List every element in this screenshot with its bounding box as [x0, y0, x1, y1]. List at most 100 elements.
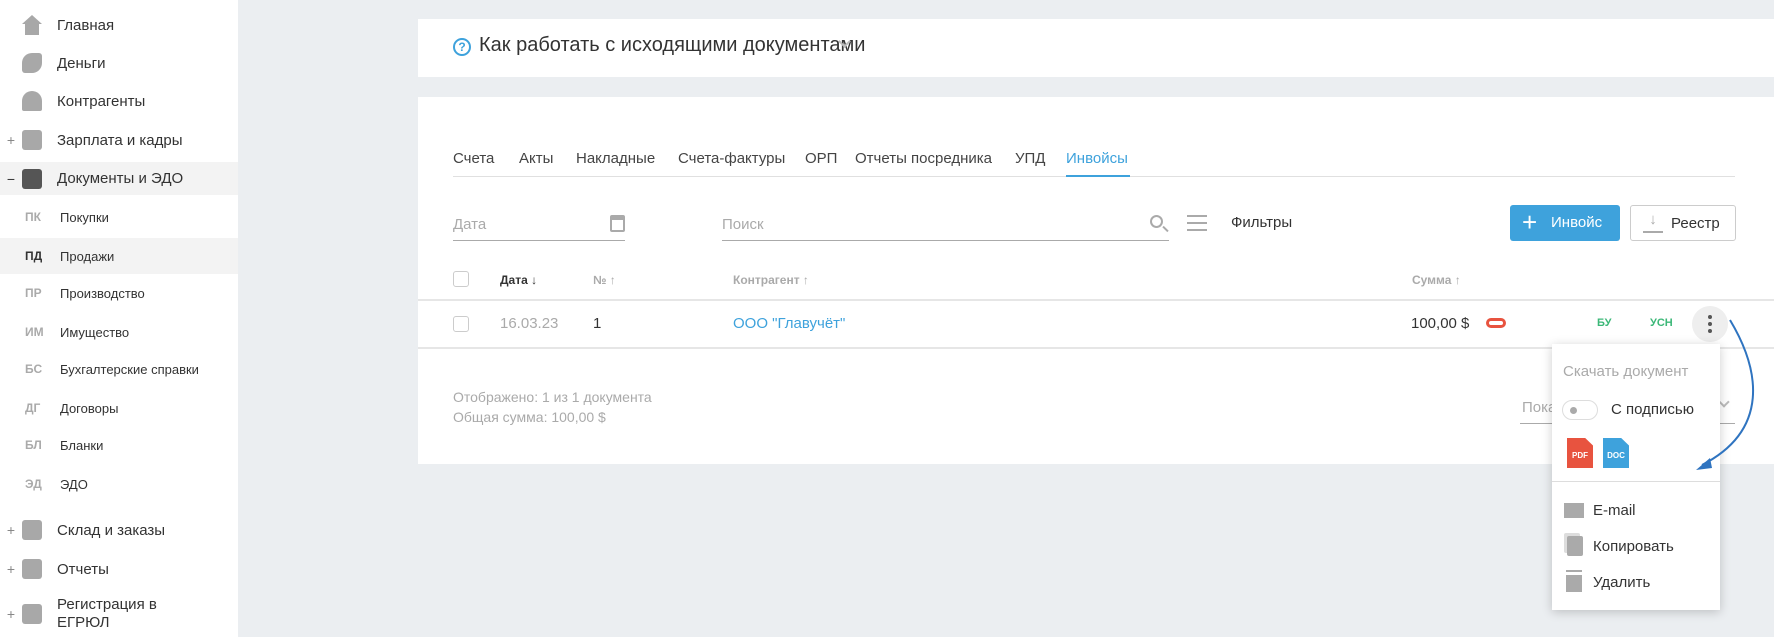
person-icon — [22, 91, 42, 111]
nav-registration[interactable]: + Регистрация в ЕГРЮЛ — [0, 594, 238, 634]
nav-label: Регистрация в ЕГРЮЛ — [57, 596, 157, 631]
badge-usn[interactable]: УСН — [1650, 317, 1673, 329]
sub-contracts[interactable]: ДГ Договоры — [0, 390, 238, 426]
sub-label: Бланки — [60, 437, 104, 453]
doc-label: DOC — [1607, 451, 1625, 460]
download-title: Скачать документ — [1563, 363, 1689, 380]
tab-foreign-invoices[interactable]: Инвойсы — [1066, 150, 1128, 167]
nav-counterparties[interactable]: Контрагенты — [0, 84, 238, 118]
menu-copy[interactable]: Копировать — [1552, 529, 1720, 563]
sub-abbr: БЛ — [25, 438, 42, 452]
date-input[interactable]: Дата — [453, 212, 625, 241]
sub-production[interactable]: ПР Производство — [0, 275, 238, 311]
nav-label: Главная — [57, 16, 115, 34]
report-icon — [22, 559, 42, 579]
total-sum: Общая сумма: 100,00 $ — [453, 409, 606, 425]
doc-download-icon[interactable]: DOC — [1603, 438, 1629, 468]
tab-agent-reports[interactable]: Отчеты посредника — [855, 150, 992, 167]
row-counterparty-link[interactable]: ООО "Главучёт" — [733, 315, 845, 332]
sub-label: Имущество — [60, 324, 130, 340]
tab-vat-invoices[interactable]: Счета-фактуры — [678, 150, 785, 167]
sub-property[interactable]: ИМ Имущество — [0, 314, 238, 350]
shown-count: Отображено: 1 из 1 документа — [453, 389, 652, 405]
menu-copy-label: Копировать — [1593, 537, 1674, 555]
trash-icon — [1566, 572, 1582, 592]
warehouse-icon — [22, 520, 42, 540]
sub-sales[interactable]: ПД Продажи — [0, 238, 238, 274]
sub-forms[interactable]: БЛ Бланки — [0, 427, 238, 463]
tab-acts[interactable]: Акты — [519, 150, 553, 167]
sub-abbr: ИМ — [25, 325, 44, 339]
sub-abbr: ЭД — [25, 477, 42, 491]
annotation-arrow — [1696, 319, 1754, 470]
row-date: 16.03.23 — [500, 315, 559, 332]
link-icon[interactable] — [1486, 318, 1506, 328]
sub-abbr: ПД — [25, 249, 43, 263]
select-all-checkbox[interactable] — [453, 271, 469, 287]
menu-email-label: E-mail — [1593, 501, 1636, 519]
badge-bu[interactable]: БУ — [1597, 317, 1611, 329]
nav-label: Контрагенты — [57, 92, 146, 110]
tab-waybills[interactable]: Накладные — [576, 150, 655, 167]
sub-purchases[interactable]: ПК Покупки — [0, 199, 238, 235]
menu-delete[interactable]: Удалить — [1552, 565, 1720, 599]
nav-documents[interactable]: − Документы и ЭДО — [0, 162, 238, 195]
help-banner[interactable]: ? Как работать с исходящими документами — [418, 19, 1774, 77]
tab-invoices[interactable]: Счета — [453, 150, 494, 167]
expand-icon[interactable]: + — [6, 132, 16, 148]
arrow-path — [1701, 319, 1754, 466]
toggle-knob — [1570, 407, 1577, 414]
nav-money[interactable]: Деньги — [0, 46, 238, 80]
search-input[interactable]: Поиск — [722, 212, 1169, 241]
column-header-date[interactable]: Дата ↓ — [500, 273, 537, 287]
expand-icon[interactable]: + — [6, 561, 16, 577]
tab-orp[interactable]: ОРП — [805, 150, 837, 167]
registry-button[interactable]: ↓ Реестр — [1630, 205, 1736, 241]
tab-upd[interactable]: УПД — [1015, 150, 1045, 167]
expand-icon[interactable]: + — [6, 522, 16, 538]
sub-label: Договоры — [60, 400, 119, 416]
search-icon[interactable] — [1150, 215, 1163, 228]
column-header-counterparty[interactable]: Контрагент ↑ — [733, 273, 809, 287]
nav-label: Отчеты — [57, 560, 109, 578]
nav-reports[interactable]: + Отчеты — [0, 552, 238, 586]
add-invoice-label: Инвойс — [1551, 214, 1603, 231]
folder-icon — [22, 168, 42, 189]
search-icon-handle — [1162, 225, 1169, 233]
registration-icon — [22, 604, 42, 624]
plus-icon: + — [1522, 207, 1538, 237]
nav-salary[interactable]: + Зарплата и кадры — [0, 123, 238, 157]
nav-home[interactable]: Главная — [0, 8, 238, 42]
mail-icon — [1564, 503, 1584, 518]
signature-toggle[interactable] — [1562, 400, 1598, 420]
table-row[interactable]: 16.03.23 1 ООО "Главучёт" 100,00 $ БУ УС… — [418, 301, 1774, 347]
expand-icon[interactable]: + — [6, 606, 16, 622]
sub-edo[interactable]: ЭД ЭДО — [0, 466, 238, 502]
filters-icon[interactable] — [1187, 215, 1207, 231]
sub-abbr: ПК — [25, 210, 41, 224]
sub-accounting-notes[interactable]: БС Бухгалтерские справки — [0, 351, 238, 387]
add-invoice-button[interactable]: + Инвойс — [1510, 205, 1620, 241]
column-header-number[interactable]: № ↑ — [593, 273, 616, 287]
sub-label: Производство — [60, 285, 145, 301]
download-icon: ↓ — [1643, 211, 1663, 233]
menu-email[interactable]: E-mail — [1552, 493, 1720, 527]
arrow-head — [1696, 458, 1712, 470]
date-placeholder: Дата — [453, 216, 487, 233]
column-header-amount[interactable]: Сумма ↑ — [1412, 273, 1461, 287]
money-icon — [22, 53, 42, 73]
row-checkbox[interactable] — [453, 316, 469, 332]
sub-abbr: ДГ — [25, 401, 41, 415]
calendar-icon[interactable] — [610, 215, 625, 232]
nav-warehouse[interactable]: + Склад и заказы — [0, 513, 238, 547]
sub-label: ЭДО — [60, 476, 88, 492]
active-tab-indicator — [1066, 175, 1130, 177]
sub-label: Бухгалтерские справки — [60, 361, 199, 377]
home-icon — [22, 15, 42, 35]
pdf-download-icon[interactable]: PDF — [1567, 438, 1593, 468]
registry-label: Реестр — [1671, 215, 1720, 232]
row-amount: 100,00 $ — [1411, 315, 1470, 332]
sub-label: Продажи — [60, 248, 115, 264]
filters-button[interactable]: Фильтры — [1231, 214, 1292, 231]
collapse-icon[interactable]: − — [6, 171, 16, 187]
